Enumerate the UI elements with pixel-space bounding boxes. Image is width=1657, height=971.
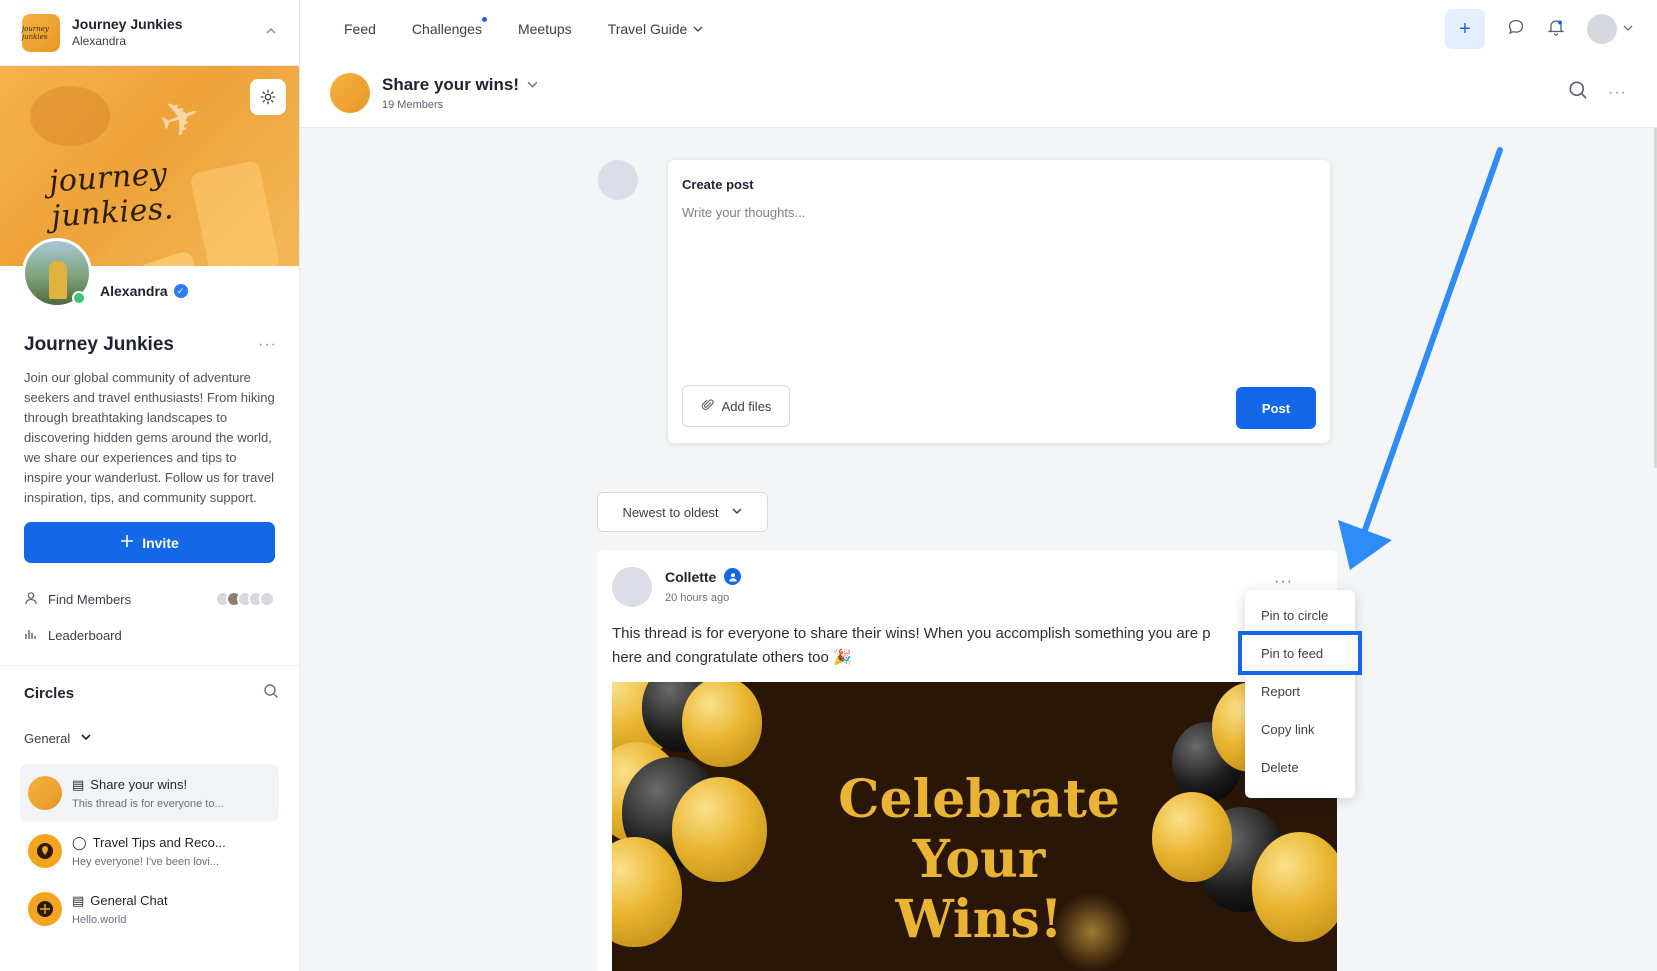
circle-title: General Chat [90,893,168,908]
profile-name[interactable]: Alexandra [100,283,168,299]
verified-badge-icon: ✓ [173,284,188,298]
circle-group-label: General [24,730,71,746]
chevron-down-icon [80,731,92,746]
post-image[interactable]: Celebrate Your Wins! [612,682,1337,971]
post-button[interactable]: Post [1236,387,1316,429]
find-members-label: Find Members [48,591,132,607]
chevron-down-icon[interactable] [527,75,538,95]
circle-preview: Hello.world [72,913,127,926]
plus-icon [120,534,134,551]
bell-icon[interactable] [1547,18,1565,41]
online-status-dot [72,291,86,305]
admin-badge-icon [724,568,742,585]
invite-button[interactable]: Invite [24,522,275,563]
workspace-logo: journey junkies [22,13,60,52]
leaderboard-link[interactable]: Leaderboard [0,617,299,653]
post-options-menu: Pin to circle Pin to feed Report Copy li… [1238,590,1362,798]
chat-icon[interactable] [1507,18,1525,41]
circle-avatar [28,776,62,810]
create-post-heading: Create post [682,177,754,192]
circle-header: Share your wins! 19 Members ··· [300,58,1657,128]
celebrate-line-1: Celebrate Your [838,769,1120,890]
bar-chart-icon [24,627,38,644]
post-body-line: here and congratulate others too 🎉 [612,649,852,666]
nav-challenges[interactable]: Challenges [411,17,487,37]
circle-item-share-your-wins[interactable]: ▤ Share your wins! This thread is for eve… [20,764,279,822]
create-button[interactable]: + [1445,9,1485,49]
chat-bubble-icon: ◯ [72,834,87,850]
menu-item-pin-to-feed[interactable]: Pin to feed [1238,631,1362,675]
workspace-name: Journey Junkies [72,16,183,33]
more-options-icon[interactable]: ··· [1608,84,1627,102]
sort-select[interactable]: Newest to oldest [597,492,768,532]
nav-challenges-label: Challenges [411,21,482,37]
circle-title: Share your wins! [90,777,188,792]
annotation-arrow [1338,147,1503,570]
circle-item-travel-tips[interactable]: ◯ Travel Tips and Reco... Hey everyone! I… [20,822,279,880]
circle-item-general-chat[interactable]: ▤ General Chat Hello.world [20,880,279,938]
avatar[interactable] [612,567,652,607]
member-count[interactable]: 19 Members [382,99,538,111]
document-icon: ▤ [72,892,85,908]
workspace-user: Alexandra [72,33,127,48]
workspace-switcher[interactable]: journey junkies Journey Junkies Alexandr… [0,0,299,66]
nav-travel-guide-label: Travel Guide [607,21,688,37]
document-icon: ▤ [72,776,85,792]
search-icon[interactable] [263,683,279,704]
add-files-label: Add files [721,398,772,414]
post-timestamp: 20 hours ago [665,592,730,604]
menu-item-copy-link[interactable]: Copy link [1245,710,1355,748]
menu-item-pin-to-circle[interactable]: Pin to circle [1245,596,1355,634]
more-options-icon[interactable]: ··· [258,336,277,354]
community-title: Journey Junkies [24,334,174,355]
find-members-link[interactable]: Find Members [0,581,299,617]
gear-icon[interactable] [250,79,286,115]
leaderboard-label: Leaderboard [48,627,122,643]
user-icon [24,591,38,608]
location-pin-icon [28,834,62,868]
circle-avatar [330,72,370,113]
post-author[interactable]: Collette [665,569,716,585]
chevron-down-icon [731,505,743,520]
sidebar: journey junkies Journey Junkies Alexandr… [0,0,300,971]
confetti-burst [1052,892,1132,971]
notification-dot [481,17,487,22]
post-card: Collette 20 hours ago ··· This thread is… [597,550,1337,971]
menu-item-delete[interactable]: Delete [1245,748,1355,786]
post-body-line: This thread is for everyone to share the… [612,625,1211,642]
circle-group-toggle[interactable]: General [0,720,299,756]
circle-title[interactable]: Share your wins! [382,75,519,95]
circles-heading: Circles [24,684,75,702]
circle-preview: This thread is for everyone to... [72,797,224,810]
more-options-icon[interactable]: ··· [1274,573,1293,591]
circle-preview: Hey everyone! I've been lovi... [72,855,220,868]
paperclip-icon [701,398,715,415]
post-text-input[interactable]: Write your thoughts... [682,205,805,220]
create-post-card: Create post Write your thoughts... Add f… [668,160,1330,443]
top-navigation: Feed Challenges Meetups Travel Guide + [300,0,1657,58]
avatar [598,160,638,200]
chevron-up-icon[interactable] [265,25,277,40]
cover-image: ✈ journey junkies. [0,66,299,266]
search-icon[interactable] [1568,80,1588,105]
nav-feed[interactable]: Feed [344,21,376,37]
sort-selected-value: Newest to oldest [622,504,719,520]
globe-icon [28,892,62,926]
airplane-icon: ✈ [152,87,209,152]
chevron-down-icon [693,21,703,37]
menu-item-report[interactable]: Report [1245,672,1355,710]
invite-label: Invite [142,534,179,551]
community-description: Join our global community of adventure s… [24,370,275,505]
add-files-button[interactable]: Add files [682,385,790,427]
user-menu[interactable] [1587,14,1633,44]
post-body: This thread is for everyone to share the… [612,622,1244,670]
member-avatars [215,591,275,607]
avatar [1587,14,1617,44]
nav-travel-guide[interactable]: Travel Guide [608,21,704,37]
chevron-down-icon [1623,20,1633,38]
nav-meetups[interactable]: Meetups [518,21,572,37]
circle-title: Travel Tips and Reco... [92,835,226,850]
